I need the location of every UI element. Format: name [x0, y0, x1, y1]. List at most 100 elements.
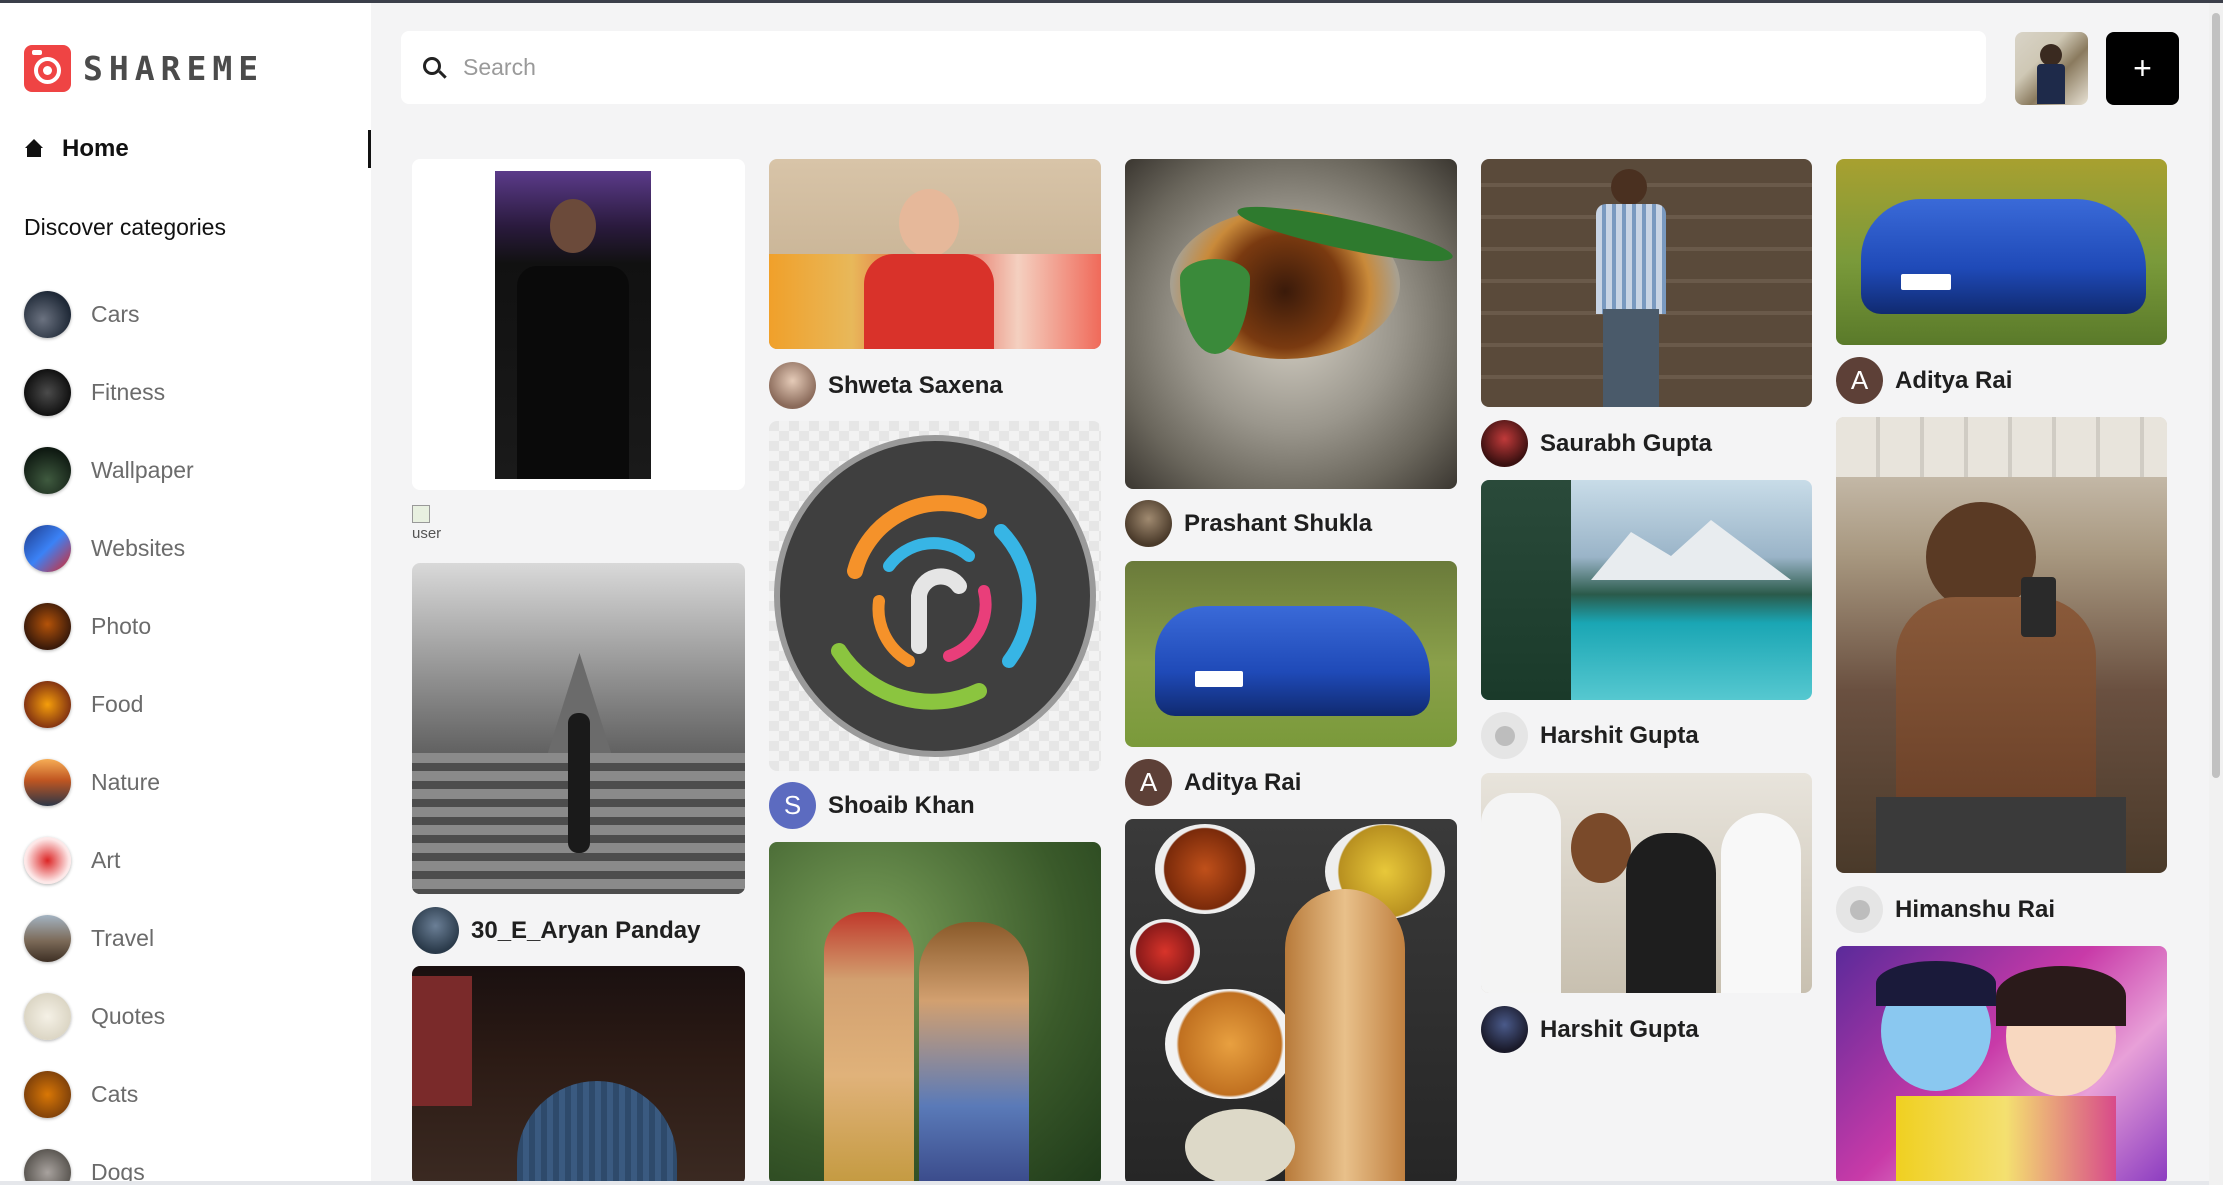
category-thumbnail: [24, 1070, 71, 1118]
pin-photo: [1481, 793, 1561, 993]
author-avatar: S: [769, 782, 816, 829]
pin-author[interactable]: 30_E_Aryan Panday: [412, 907, 700, 954]
app-logo[interactable]: SHAREME: [24, 45, 264, 92]
sidebar-item-label: Websites: [91, 534, 186, 561]
author-avatar: [1481, 420, 1528, 467]
pin-image[interactable]: [1836, 946, 2167, 1185]
pin-author[interactable]: Harshit Gupta: [1481, 1006, 1699, 1053]
home-icon: [24, 139, 44, 159]
pin-image[interactable]: [412, 966, 745, 1185]
search-icon: [423, 57, 441, 75]
sidebar: SHAREME Home Discover categories Cars Fi…: [0, 3, 371, 1185]
sidebar-item-photo[interactable]: Photo: [24, 587, 194, 665]
pin-image[interactable]: [1836, 417, 2167, 873]
broken-image-placeholder: user: [412, 505, 452, 549]
author-avatar: A: [1125, 759, 1172, 806]
pin-author[interactable]: Shweta Saxena: [769, 362, 1003, 409]
category-thumbnail: [24, 446, 71, 494]
pin-image[interactable]: [1125, 159, 1457, 489]
page-scrollbar[interactable]: [2209, 3, 2223, 1185]
sidebar-item-label: Food: [91, 690, 144, 717]
pin-author[interactable]: A Aditya Rai: [1125, 759, 1301, 806]
author-avatar: [1481, 712, 1528, 759]
sidebar-item-dogs[interactable]: Dogs: [24, 1133, 194, 1185]
author-avatar: [1125, 500, 1172, 547]
author-avatar: [769, 362, 816, 409]
window-bottom-border: [0, 1181, 2209, 1185]
pin-author[interactable]: Prashant Shukla: [1125, 500, 1372, 547]
sidebar-item-food[interactable]: Food: [24, 665, 194, 743]
pin-image[interactable]: [1481, 773, 1812, 993]
author-avatar: [1481, 1006, 1528, 1053]
sidebar-item-cars[interactable]: Cars: [24, 275, 194, 353]
default-user-icon: [1849, 899, 1870, 920]
scrollbar-thumb[interactable]: [2212, 13, 2220, 778]
pin-image[interactable]: [769, 159, 1101, 349]
pin-author[interactable]: Harshit Gupta: [1481, 712, 1699, 759]
sidebar-item-nature[interactable]: Nature: [24, 743, 194, 821]
pin-image[interactable]: [1481, 480, 1812, 700]
pin-author[interactable]: Saurabh Gupta: [1481, 420, 1712, 467]
pin-image[interactable]: [1125, 561, 1457, 747]
pin-author[interactable]: Himanshu Rai: [1836, 886, 2055, 933]
category-thumbnail: [24, 680, 71, 728]
sidebar-item-label: Cars: [91, 300, 140, 327]
author-name: Aditya Rai: [1184, 768, 1302, 796]
pin-author[interactable]: S Shoaib Khan: [769, 782, 975, 829]
pin-image[interactable]: [769, 842, 1101, 1185]
pin-photo: [1155, 606, 1430, 716]
sidebar-item-label: Nature: [91, 768, 161, 795]
pin-image[interactable]: [1836, 159, 2167, 345]
category-thumbnail: [24, 836, 71, 884]
category-thumbnail: [24, 1148, 71, 1185]
pin-photo: [1481, 480, 1571, 700]
pin-photo: [495, 171, 651, 479]
sidebar-item-cats[interactable]: Cats: [24, 1055, 194, 1133]
create-pin-button[interactable]: +: [2106, 32, 2179, 105]
category-thumbnail: [24, 602, 71, 650]
category-thumbnail: [24, 758, 71, 806]
sidebar-item-label: Wallpaper: [91, 456, 194, 483]
sidebar-item-quotes[interactable]: Quotes: [24, 977, 194, 1055]
sidebar-item-label: Quotes: [91, 1002, 166, 1029]
sidebar-item-websites[interactable]: Websites: [24, 509, 194, 587]
pin-image[interactable]: [412, 159, 745, 490]
default-user-icon: [1494, 725, 1515, 746]
category-list: Cars Fitness Wallpaper Websites Photo Fo…: [24, 275, 194, 1185]
sidebar-item-label: Travel: [91, 924, 155, 951]
logo-graphic: [774, 435, 1096, 757]
camera-icon: [24, 45, 71, 92]
sidebar-item-label: Fitness: [91, 378, 166, 405]
sidebar-item-label: Art: [91, 846, 121, 873]
sidebar-item-art[interactable]: Art: [24, 821, 194, 899]
pin-image[interactable]: [769, 421, 1101, 771]
category-thumbnail: [24, 368, 71, 416]
user-avatar[interactable]: [2015, 32, 2088, 105]
sidebar-item-travel[interactable]: Travel: [24, 899, 194, 977]
pin-author[interactable]: A Aditya Rai: [1836, 357, 2012, 404]
author-name: Himanshu Rai: [1895, 895, 2056, 923]
category-thumbnail: [24, 914, 71, 962]
pin-image[interactable]: [1125, 819, 1457, 1185]
pin-photo: [1836, 417, 2167, 477]
category-thumbnail: [24, 992, 71, 1040]
search-bar[interactable]: [401, 31, 1986, 104]
author-name: Saurabh Gupta: [1540, 429, 1713, 457]
author-name: Shweta Saxena: [828, 371, 1003, 399]
pin-photo: [1155, 824, 1255, 914]
app-name: SHAREME: [83, 49, 265, 88]
sidebar-item-wallpaper[interactable]: Wallpaper: [24, 431, 194, 509]
sidebar-item-home[interactable]: Home: [24, 130, 371, 168]
sidebar-item-label: Photo: [91, 612, 152, 639]
pin-image[interactable]: [412, 563, 745, 894]
sidebar-item-fitness[interactable]: Fitness: [24, 353, 194, 431]
sidebar-item-label: Cats: [91, 1080, 139, 1107]
discover-categories-heading: Discover categories: [24, 214, 226, 240]
author-avatar: A: [1836, 357, 1883, 404]
pin-image[interactable]: [1481, 159, 1812, 407]
category-thumbnail: [24, 290, 71, 338]
author-name: Shoaib Khan: [828, 791, 975, 819]
search-input[interactable]: [463, 49, 1963, 85]
author-name: Harshit Gupta: [1540, 721, 1699, 749]
author-name: Harshit Gupta: [1540, 1015, 1699, 1043]
